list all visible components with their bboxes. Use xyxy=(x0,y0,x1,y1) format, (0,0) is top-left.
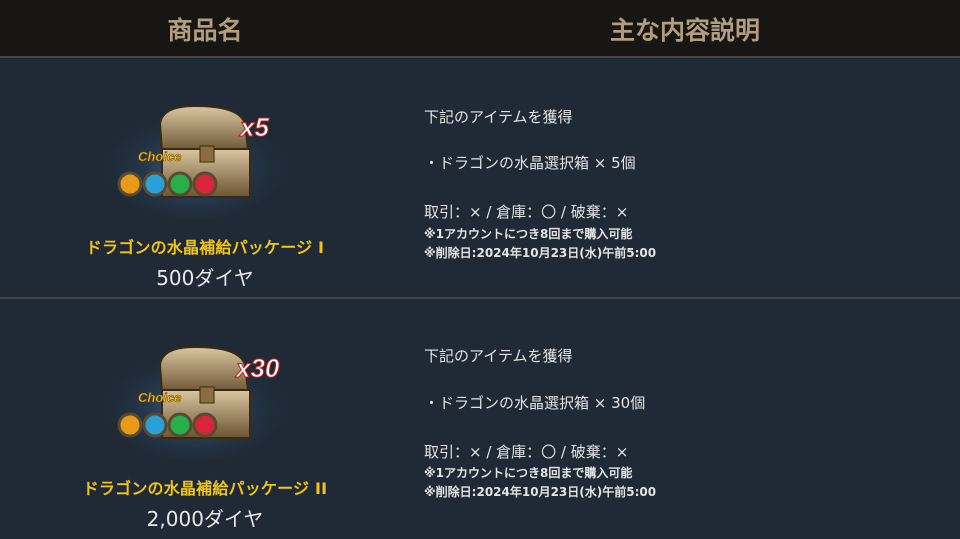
table-row: Choice x5 ドラゴンの水晶補給パッケージ I 500ダイヤ 下記のアイテ… xyxy=(0,58,960,299)
header-product-name: 商品名 xyxy=(167,16,243,45)
product-name: ドラゴンの水晶補給パッケージ II xyxy=(82,479,328,498)
description-cell: 下記のアイテムを獲得 ・ドラゴンの水晶選択箱 × 5個 取引：× / 倉庫：〇 … xyxy=(424,58,944,297)
table-row: Choice x30 ドラゴンの水晶補給パッケージ II 2,000ダイヤ 下記… xyxy=(0,299,960,539)
desc-trade: 取引：× / 倉庫：〇 / 破棄：× xyxy=(424,443,629,461)
desc-item: ・ドラゴンの水晶選択箱 × 30個 xyxy=(424,394,646,412)
desc-item: ・ドラゴンの水晶選択箱 × 5個 xyxy=(424,154,636,172)
treasure-chest-icon: Choice x5 xyxy=(105,104,285,219)
header-description: 主な内容説明 xyxy=(609,16,760,45)
desc-limit: ※1アカウントにつき8回まで購入可能 xyxy=(424,227,633,241)
product-price: 2,000ダイヤ xyxy=(146,507,264,531)
desc-removal: ※削除日:2024年10月23日(水)午前5:00 xyxy=(424,485,657,499)
description-cell: 下記のアイテムを獲得 ・ドラゴンの水晶選択箱 × 30個 取引：× / 倉庫：〇… xyxy=(424,299,944,539)
desc-trade: 取引：× / 倉庫：〇 / 破棄：× xyxy=(424,203,629,221)
desc-removal: ※削除日:2024年10月23日(水)午前5:00 xyxy=(424,246,657,260)
table-header: 商品名 主な内容説明 xyxy=(0,0,960,58)
multiplier-badge: x30 xyxy=(234,353,280,383)
choice-badge-label: Choice xyxy=(138,149,181,164)
desc-intro: 下記のアイテムを獲得 xyxy=(424,108,573,126)
product-name: ドラゴンの水晶補給パッケージ I xyxy=(85,238,325,257)
treasure-chest-icon: Choice x30 xyxy=(105,345,285,460)
multiplier-badge: x5 xyxy=(238,112,269,142)
choice-badge-label: Choice xyxy=(138,390,181,405)
product-cell: Choice x5 ドラゴンの水晶補給パッケージ I 500ダイヤ xyxy=(0,58,410,297)
desc-intro: 下記のアイテムを獲得 xyxy=(424,347,573,365)
desc-limit: ※1アカウントにつき8回まで購入可能 xyxy=(424,466,633,480)
product-cell: Choice x30 ドラゴンの水晶補給パッケージ II 2,000ダイヤ xyxy=(0,299,410,539)
product-price: 500ダイヤ xyxy=(156,266,254,290)
